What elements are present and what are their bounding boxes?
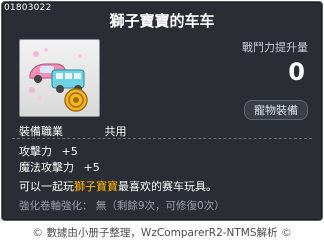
stat-label: 攻擊力 xyxy=(19,145,52,158)
enhance-info: 強化卷軸強化： 無（剩餘9次，可修復0次） xyxy=(19,198,225,213)
divider xyxy=(12,138,312,139)
footer-credit: © 數據由小册子整理，WzComparerR2-NTMS解析 © xyxy=(0,225,324,240)
stat-attack: 攻擊力 +5 xyxy=(19,143,78,159)
enhance-label: 強化卷軸強化： xyxy=(19,200,93,212)
description-prefix: 可以一起玩 xyxy=(19,180,74,193)
description-suffix: 最喜欢的赛车玩具。 xyxy=(118,180,217,193)
pet-equip-badge: 寵物裝備 xyxy=(244,100,308,120)
power-increase-value: 0 xyxy=(288,58,305,86)
enhance-value: 無（剩餘9次，可修復0次） xyxy=(95,200,225,212)
copyright-icon: © xyxy=(32,226,44,239)
job-label: 裝備職業 xyxy=(19,125,63,138)
item-name: 獅子寶寶的车车 xyxy=(109,12,215,30)
copyright-icon: © xyxy=(280,226,292,239)
item-description: 可以一起玩獅子寶寶最喜欢的赛车玩具。 xyxy=(19,178,217,194)
description-highlight: 獅子寶寶 xyxy=(74,180,118,193)
stat-label: 魔法攻擊力 xyxy=(19,161,74,174)
item-tooltip: 01803022 獅子寶寶的车车 戰鬥力提升量 0 寵物裝備 裝備職業 共用 攻… xyxy=(1,1,323,221)
stat-value: +5 xyxy=(61,145,78,158)
stat-value: +5 xyxy=(83,161,100,174)
toy-car-icon xyxy=(29,48,88,112)
job-value: 共用 xyxy=(104,125,127,138)
job-row: 裝備職業 共用 xyxy=(19,123,127,139)
power-increase-label: 戰鬥力提升量 xyxy=(242,41,308,54)
item-icon-frame xyxy=(19,39,100,117)
footer-text: 數據由小册子整理，WzComparerR2-NTMS解析 xyxy=(46,227,278,239)
stat-magic-attack: 魔法攻擊力 +5 xyxy=(19,159,100,175)
